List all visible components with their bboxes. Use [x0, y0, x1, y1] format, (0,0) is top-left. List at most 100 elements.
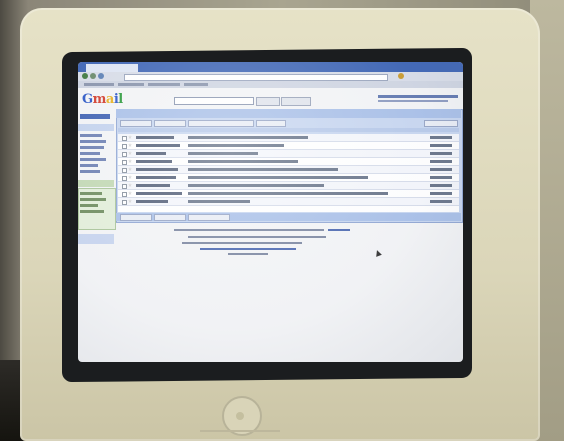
- row-subject: [188, 136, 308, 139]
- row-sender: [136, 160, 172, 163]
- row-sender: [136, 168, 178, 171]
- account-links[interactable]: [378, 95, 458, 98]
- row-subject: [188, 176, 368, 179]
- star-icon[interactable]: [128, 191, 132, 195]
- row-sender: [136, 136, 174, 139]
- row-sender: [136, 176, 176, 179]
- sidebar-item-trash[interactable]: [80, 170, 100, 173]
- bookmark-item[interactable]: [148, 83, 180, 86]
- row-checkbox[interactable]: [122, 200, 127, 205]
- star-icon[interactable]: [128, 183, 132, 187]
- star-icon[interactable]: [128, 167, 132, 171]
- footer-view-text: [182, 242, 302, 244]
- footer-storage-text: [174, 229, 324, 231]
- reload-icon[interactable]: [98, 73, 104, 79]
- row-date: [430, 152, 452, 155]
- logo-letter: m: [92, 92, 107, 107]
- row-date: [430, 200, 452, 203]
- sidebar-label-item[interactable]: [80, 198, 106, 201]
- row-checkbox[interactable]: [122, 168, 127, 173]
- refresh-link[interactable]: [256, 120, 286, 127]
- forward-arrow-icon[interactable]: [90, 73, 96, 79]
- row-checkbox[interactable]: [122, 160, 127, 165]
- select-links-bar[interactable]: [118, 128, 459, 132]
- back-arrow-icon[interactable]: [82, 73, 88, 79]
- row-sender: [136, 192, 182, 195]
- archive-button[interactable]: [120, 120, 152, 127]
- report-spam-button-bottom[interactable]: [154, 214, 186, 221]
- row-subject: [188, 168, 338, 171]
- row-subject: [188, 144, 284, 147]
- table-row[interactable]: [118, 190, 459, 198]
- footer-links[interactable]: [200, 248, 296, 250]
- sidebar-label-item[interactable]: [80, 192, 102, 195]
- row-subject: [188, 152, 258, 155]
- browser-tab[interactable]: [86, 64, 138, 72]
- footer-copyright: [228, 253, 268, 255]
- gmail-logo[interactable]: Gmail: [82, 92, 123, 107]
- star-icon[interactable]: [128, 175, 132, 179]
- table-row[interactable]: [118, 166, 459, 174]
- bookmark-item[interactable]: [84, 83, 114, 86]
- star-icon[interactable]: [398, 73, 404, 79]
- row-checkbox[interactable]: [122, 136, 127, 141]
- archive-button-bottom[interactable]: [120, 214, 152, 221]
- row-sender: [136, 152, 166, 155]
- star-icon[interactable]: [128, 135, 132, 139]
- sidebar-invite-box[interactable]: [78, 234, 114, 244]
- row-sender: [136, 144, 180, 147]
- table-row[interactable]: [118, 174, 459, 182]
- footer-activity-text: [188, 236, 326, 238]
- row-sender: [136, 200, 168, 203]
- mouse-cursor-icon: [374, 249, 382, 257]
- mail-list-header: [116, 109, 461, 118]
- search-web-button[interactable]: [281, 97, 311, 106]
- sidebar-item-inbox[interactable]: [78, 124, 114, 131]
- more-actions-select-bottom[interactable]: [188, 214, 230, 221]
- star-icon[interactable]: [128, 159, 132, 163]
- sidebar-labels-header[interactable]: [78, 180, 114, 187]
- row-date: [430, 184, 452, 187]
- sidebar-item-all-mail[interactable]: [80, 158, 106, 161]
- bookmark-item[interactable]: [118, 83, 144, 86]
- row-date: [430, 160, 452, 163]
- search-mail-button[interactable]: [256, 97, 280, 106]
- report-spam-button[interactable]: [154, 120, 186, 127]
- table-row[interactable]: [118, 150, 459, 158]
- logo-letter: a: [105, 92, 114, 107]
- row-checkbox[interactable]: [122, 144, 127, 149]
- bookmark-item[interactable]: [184, 83, 208, 86]
- star-icon[interactable]: [128, 199, 132, 203]
- row-checkbox[interactable]: [122, 192, 127, 197]
- more-actions-select[interactable]: [188, 120, 254, 127]
- row-subject: [188, 200, 250, 203]
- search-mail-input[interactable]: [174, 97, 254, 105]
- row-date: [430, 136, 452, 139]
- table-row[interactable]: [118, 158, 459, 166]
- table-row[interactable]: [118, 134, 459, 142]
- star-icon[interactable]: [128, 151, 132, 155]
- star-icon[interactable]: [128, 143, 132, 147]
- row-checkbox[interactable]: [122, 152, 127, 157]
- row-date: [430, 176, 452, 179]
- table-row[interactable]: [118, 142, 459, 150]
- footer-link[interactable]: [328, 229, 350, 231]
- sidebar-label-item[interactable]: [80, 210, 104, 213]
- sidebar-item-starred[interactable]: [80, 134, 102, 137]
- compose-mail-link[interactable]: [80, 114, 110, 119]
- sidebar-item-spam[interactable]: [80, 164, 98, 167]
- row-checkbox[interactable]: [122, 176, 127, 181]
- table-row[interactable]: [118, 182, 459, 190]
- sidebar-label-item[interactable]: [80, 204, 98, 207]
- monitor-screen: Gmail: [78, 62, 463, 362]
- logo-letter: l: [118, 92, 123, 107]
- sidebar-item-sent[interactable]: [80, 146, 104, 149]
- sidebar-item-drafts[interactable]: [80, 152, 100, 155]
- pagination-info: [424, 120, 458, 127]
- account-links-secondary[interactable]: [378, 100, 448, 102]
- row-checkbox[interactable]: [122, 184, 127, 189]
- address-bar[interactable]: [124, 74, 388, 81]
- table-row[interactable]: [118, 198, 459, 206]
- sidebar-item-chats[interactable]: [80, 140, 106, 143]
- message-list: [118, 134, 459, 212]
